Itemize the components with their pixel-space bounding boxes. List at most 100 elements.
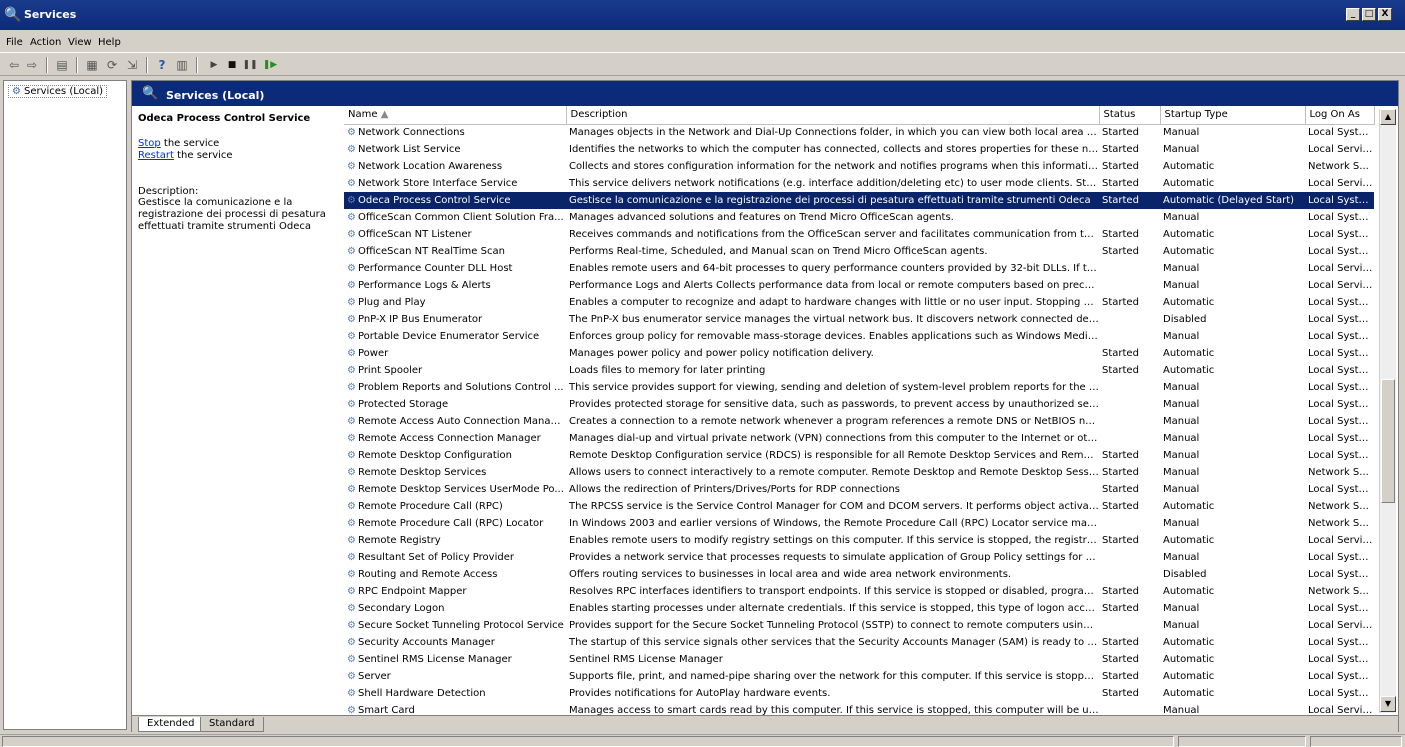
tab-standard[interactable]: Standard	[200, 717, 264, 732]
service-startup-type: Automatic	[1163, 654, 1215, 665]
service-description: This service provides support for viewin…	[569, 382, 1099, 393]
table-row[interactable]: ⚙ Resultant Set of Policy Provider Provide…	[344, 549, 1374, 566]
service-status	[1099, 430, 1160, 447]
table-row[interactable]: ⚙ Sentinel RMS License Manager Sentinel RM…	[344, 651, 1374, 668]
column-header-description[interactable]: Description	[566, 106, 1100, 125]
service-name: ⚙ Server	[344, 668, 566, 685]
maximize-button[interactable]: □	[1362, 8, 1376, 21]
properties-icon[interactable]: ▦	[84, 57, 100, 73]
table-row[interactable]: ⚙ OfficeScan NT RealTime Scan Performs Rea…	[344, 243, 1374, 260]
table-row[interactable]: ⚙ Security Accounts Manager The startup of…	[344, 634, 1374, 651]
table-row[interactable]: ⚙ Remote Registry Enables remote users to …	[344, 532, 1374, 549]
table-row[interactable]: ⚙ Remote Desktop Services UserMode Po... A…	[344, 481, 1374, 498]
column-header-startup-type[interactable]: Startup Type	[1160, 106, 1306, 125]
service-details: Odeca Process Control Service Stop the s…	[132, 106, 340, 716]
service-description: In Windows 2003 and earlier versions of …	[569, 518, 1099, 529]
gear-icon: ⚙	[347, 348, 356, 359]
table-row[interactable]: ⚙ Smart Card Manages access to smart cards…	[344, 702, 1374, 716]
service-status: Started	[1102, 484, 1139, 495]
back-icon[interactable]: ⇦	[6, 57, 22, 73]
table-row[interactable]: ⚙ Remote Procedure Call (RPC) Locator In W…	[344, 515, 1374, 532]
stop-service-icon[interactable]: ■	[224, 57, 240, 73]
table-row[interactable]: ⚙ Network List Service Identifies the netw…	[344, 141, 1374, 158]
table-row[interactable]: ⚙ Network Location Awareness Collects and …	[344, 158, 1374, 175]
service-startup-type: Automatic	[1163, 365, 1215, 376]
close-button[interactable]: X	[1378, 8, 1392, 21]
restart-service-text: the service	[173, 150, 233, 161]
table-row[interactable]: ⚙ PnP-X IP Bus Enumerator The PnP-X bus en…	[344, 311, 1374, 328]
service-startup-type: Automatic	[1163, 178, 1215, 189]
service-name-label: Network Store Interface Service	[357, 178, 518, 189]
table-row[interactable]: ⚙ Power Manages power policy and power pol…	[344, 345, 1374, 362]
export-list-icon[interactable]: ⇲	[124, 57, 140, 73]
table-row[interactable]: ⚙ Remote Access Connection Manager Manages…	[344, 430, 1374, 447]
table-row[interactable]: ⚙ Network Connections Manages objects in t…	[344, 124, 1374, 141]
service-startup-type: Disabled	[1163, 569, 1207, 580]
table-row[interactable]: ⚙ Remote Desktop Services Allows users to …	[344, 464, 1374, 481]
menu-action[interactable]: Action	[30, 37, 61, 48]
service-description: Identifies the networks to which the com…	[569, 144, 1099, 155]
service-name-label: Print Spooler	[357, 365, 423, 376]
services-pane: 🔍 Services (Local) Odeca Process Control…	[131, 80, 1399, 732]
gear-icon: ⚙	[347, 314, 356, 325]
scroll-up-button[interactable]: ▲	[1380, 109, 1396, 125]
table-row[interactable]: ⚙ Portable Device Enumerator Service Enfor…	[344, 328, 1374, 345]
table-row[interactable]: ⚙ Odeca Process Control Service Gestisce l…	[344, 192, 1374, 209]
forward-icon[interactable]: ⇨	[24, 57, 40, 73]
vertical-scrollbar[interactable]: ▲ ▼	[1379, 109, 1396, 713]
services-app-icon: 🔍	[4, 7, 22, 23]
column-header-log-on-as[interactable]: Log On As	[1305, 106, 1375, 125]
table-row[interactable]: ⚙ Problem Reports and Solutions Control .…	[344, 379, 1374, 396]
service-status	[1099, 328, 1160, 345]
stop-service-link[interactable]: Stop	[138, 138, 161, 149]
pause-service-icon[interactable]: ❚❚	[242, 57, 258, 73]
restart-service-link[interactable]: Restart	[138, 150, 174, 161]
table-row[interactable]: ⚙ Performance Counter DLL Host Enables rem…	[344, 260, 1374, 277]
table-row[interactable]: ⚙ OfficeScan NT Listener Receives commands…	[344, 226, 1374, 243]
table-row[interactable]: ⚙ Print Spooler Loads files to memory for …	[344, 362, 1374, 379]
minimize-button[interactable]: _	[1346, 8, 1360, 21]
service-status	[1099, 617, 1160, 634]
table-row[interactable]: ⚙ Secondary Logon Enables starting process…	[344, 600, 1374, 617]
show-hide-tree-icon[interactable]: ▤	[54, 57, 70, 73]
table-row[interactable]: ⚙ Shell Hardware Detection Provides notifi…	[344, 685, 1374, 702]
tree-item-services-local[interactable]: ⚙ Services (Local)	[8, 85, 108, 98]
column-header-status[interactable]: Status	[1099, 106, 1161, 125]
menu-view[interactable]: View	[68, 37, 92, 48]
table-row[interactable]: ⚙ Protected Storage Provides protected sto…	[344, 396, 1374, 413]
service-startup-type: Manual	[1163, 382, 1200, 393]
help-icon[interactable]: ?	[154, 57, 170, 73]
service-name: ⚙ Plug and Play	[344, 294, 566, 311]
column-header-name[interactable]: Name ▲	[344, 106, 567, 125]
service-log-on-as: Local System	[1308, 552, 1374, 563]
refresh-icon[interactable]: ⟳	[104, 57, 120, 73]
table-row[interactable]: ⚙ Remote Desktop Configuration Remote Desk…	[344, 447, 1374, 464]
scroll-down-button[interactable]: ▼	[1380, 696, 1396, 712]
service-log-on-as: Network S...	[1308, 467, 1369, 478]
service-startup-type: Manual	[1163, 212, 1200, 223]
service-status: Started	[1102, 450, 1139, 461]
restart-service-icon[interactable]: ❚▶	[262, 57, 278, 73]
view-icon[interactable]: ▥	[174, 57, 190, 73]
toolbar: ⇦ ⇨ ▤ ▦ ⟳ ⇲ ? ▥ ▶ ■ ❚❚ ❚▶	[0, 52, 1405, 76]
table-row[interactable]: ⚙ Routing and Remote Access Offers routing…	[344, 566, 1374, 583]
menu-help[interactable]: Help	[98, 37, 121, 48]
service-name: ⚙ Routing and Remote Access	[344, 566, 566, 583]
gear-icon: ⚙	[347, 399, 356, 410]
service-name-label: RPC Endpoint Mapper	[357, 586, 467, 597]
table-row[interactable]: ⚙ Remote Access Auto Connection Manager Cr…	[344, 413, 1374, 430]
scroll-thumb[interactable]	[1381, 379, 1395, 503]
table-row[interactable]: ⚙ Plug and Play Enables a computer to reco…	[344, 294, 1374, 311]
start-service-icon[interactable]: ▶	[206, 57, 222, 73]
table-row[interactable]: ⚙ Performance Logs & Alerts Performance Lo…	[344, 277, 1374, 294]
menu-file[interactable]: File	[6, 37, 23, 48]
table-row[interactable]: ⚙ RPC Endpoint Mapper Resolves RPC interfa…	[344, 583, 1374, 600]
table-row[interactable]: ⚙ Network Store Interface Service This ser…	[344, 175, 1374, 192]
service-log-on-as: Local System	[1308, 654, 1374, 665]
table-row[interactable]: ⚙ Server Supports file, print, and named-p…	[344, 668, 1374, 685]
table-row[interactable]: ⚙ OfficeScan Common Client Solution Fra..…	[344, 209, 1374, 226]
table-row[interactable]: ⚙ Secure Socket Tunneling Protocol Servic…	[344, 617, 1374, 634]
tab-extended[interactable]: Extended	[138, 717, 204, 732]
service-startup-type: Manual	[1163, 552, 1200, 563]
table-row[interactable]: ⚙ Remote Procedure Call (RPC) The RPCSS se…	[344, 498, 1374, 515]
